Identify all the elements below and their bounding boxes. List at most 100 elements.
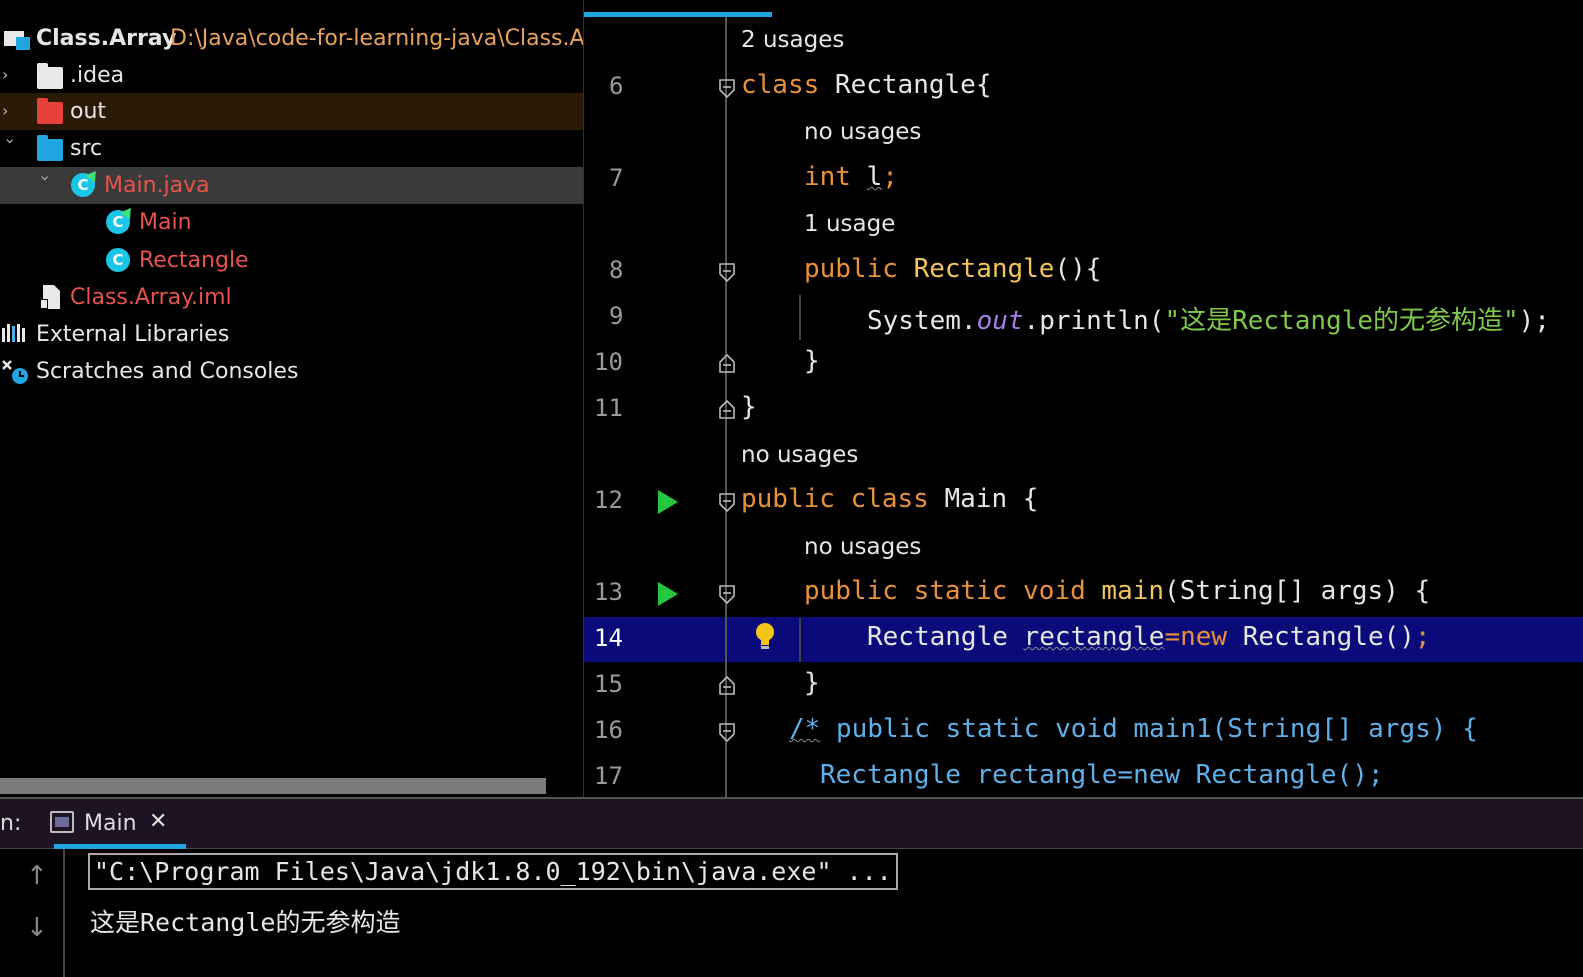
code-line-8[interactable]: public Rectangle(){ bbox=[804, 254, 1101, 284]
keyword: new bbox=[1180, 622, 1228, 652]
chevron-down-icon[interactable]: › bbox=[36, 175, 55, 191]
close-icon[interactable]: ✕ bbox=[149, 809, 167, 834]
method-name: main bbox=[1101, 576, 1165, 606]
semicolon: ; bbox=[1414, 622, 1431, 652]
line-number: 17 bbox=[594, 762, 623, 790]
arrow-up-icon[interactable]: ↑ bbox=[26, 861, 48, 891]
code-editor[interactable]: 6 7 8 9 10 11 12 13 14 15 16 17 2 usages… bbox=[583, 0, 1583, 797]
line-number: 8 bbox=[609, 256, 624, 284]
code-line-9[interactable]: System.out.println("这是Rectangle的无参构造"); bbox=[867, 300, 1550, 337]
tree-item-out[interactable]: › out bbox=[0, 93, 583, 130]
usages-hint[interactable]: 1 usage bbox=[804, 211, 895, 237]
code-line-11[interactable]: } bbox=[741, 392, 757, 422]
tree-item-external-libraries[interactable]: External Libraries bbox=[0, 316, 583, 353]
horizontal-scrollbar[interactable] bbox=[0, 778, 546, 794]
tree-item-iml[interactable]: Class.Array.iml bbox=[0, 279, 583, 316]
fold-open-icon[interactable] bbox=[717, 78, 737, 100]
code-text: Rectangle bbox=[867, 622, 1024, 652]
usages-hint[interactable]: no usages bbox=[804, 119, 921, 145]
tree-item-label: Main bbox=[139, 210, 192, 235]
chevron-right-icon[interactable]: › bbox=[2, 103, 18, 119]
folder-icon bbox=[37, 63, 63, 89]
fold-open-icon[interactable] bbox=[717, 492, 737, 514]
fold-close-icon[interactable] bbox=[717, 352, 737, 374]
code-text: Rectangle{ bbox=[819, 70, 992, 100]
run-tab-bar: n: Main ✕ bbox=[0, 799, 1583, 849]
code-line-15[interactable]: } bbox=[804, 668, 820, 698]
code-text: Rectangle() bbox=[1227, 622, 1415, 652]
chevron-down-icon[interactable]: › bbox=[1, 138, 20, 154]
folder-excluded-icon bbox=[37, 98, 63, 124]
scratches-icon bbox=[2, 359, 32, 385]
chevron-right-icon[interactable]: › bbox=[2, 67, 18, 83]
code-text: Main { bbox=[928, 484, 1039, 514]
java-class-icon: C bbox=[71, 167, 101, 197]
java-class-icon: C bbox=[106, 248, 130, 272]
operator: = bbox=[1164, 622, 1181, 652]
indent-guide bbox=[799, 295, 801, 340]
fold-open-icon[interactable] bbox=[717, 722, 737, 744]
tree-item-main-class[interactable]: C Main bbox=[0, 204, 583, 241]
run-side-toolbar: ↑ ↓ bbox=[10, 849, 65, 977]
tree-item-scratches[interactable]: Scratches and Consoles bbox=[0, 353, 583, 390]
keyword: public bbox=[804, 254, 898, 284]
tree-item-label: Main.java bbox=[104, 173, 210, 198]
tree-item-label: src bbox=[70, 136, 103, 161]
comment-open: /* bbox=[789, 714, 821, 744]
console-icon bbox=[50, 811, 74, 833]
variable-name: rectangle bbox=[1023, 622, 1165, 652]
code-line-10[interactable]: } bbox=[804, 346, 820, 376]
line-number: 12 bbox=[594, 486, 623, 514]
tree-item-label: .idea bbox=[70, 63, 125, 88]
line-number: 7 bbox=[609, 164, 624, 192]
line-number: 10 bbox=[594, 348, 623, 376]
active-tab-indicator[interactable] bbox=[584, 12, 772, 17]
usages-hint[interactable]: 2 usages bbox=[741, 27, 844, 53]
code-line-6[interactable]: class Rectangle{ bbox=[741, 70, 991, 100]
active-tab-indicator bbox=[54, 844, 186, 849]
field-name: l bbox=[866, 162, 883, 192]
static-field: out bbox=[976, 306, 1024, 336]
code-text: (String[] args) { bbox=[1164, 576, 1431, 606]
console-command-line[interactable]: "C:\Program Files\Java\jdk1.8.0_192\bin\… bbox=[88, 853, 898, 890]
code-line-7[interactable]: int l; bbox=[804, 162, 898, 192]
console-output-line: 这是Rectangle的无参构造 bbox=[90, 908, 401, 937]
root-name: Class.Array bbox=[36, 26, 177, 51]
run-class-icon[interactable] bbox=[658, 490, 678, 514]
keyword: public class bbox=[741, 484, 929, 514]
tree-item-src[interactable]: › src bbox=[0, 130, 583, 167]
lightbulb-icon[interactable] bbox=[754, 622, 776, 652]
usages-hint[interactable]: no usages bbox=[804, 534, 921, 560]
tree-item-label: Rectangle bbox=[139, 248, 249, 273]
fold-open-icon[interactable] bbox=[717, 262, 737, 284]
run-tab-main[interactable]: Main ✕ bbox=[50, 799, 186, 849]
keyword: public static void bbox=[804, 576, 1086, 606]
arrow-down-icon[interactable]: ↓ bbox=[26, 913, 48, 943]
usages-hint[interactable]: no usages bbox=[741, 442, 858, 468]
tree-item-idea[interactable]: › .idea bbox=[0, 57, 583, 94]
iml-file-icon bbox=[40, 285, 60, 309]
source-folder-icon bbox=[37, 135, 63, 161]
tree-item-rectangle-class[interactable]: C Rectangle bbox=[0, 242, 583, 279]
tree-item-main-java[interactable]: › C Main.java bbox=[0, 167, 583, 204]
project-tool-window: Class.Array D:\Java\code-for-learning-ja… bbox=[0, 0, 583, 797]
line-number: 13 bbox=[594, 578, 623, 606]
root-path: D:\Java\code-for-learning-java\Class.Ar bbox=[170, 26, 583, 51]
code-line-17[interactable]: Rectangle rectangle=new Rectangle(); bbox=[820, 760, 1384, 790]
code-line-14[interactable]: Rectangle rectangle=new Rectangle(); bbox=[867, 622, 1431, 652]
fold-close-icon[interactable] bbox=[717, 674, 737, 696]
fold-close-icon[interactable] bbox=[717, 398, 737, 420]
tree-item-label: External Libraries bbox=[36, 322, 230, 347]
code-text: System. bbox=[867, 306, 977, 336]
code-line-16[interactable]: /* public static void main1(String[] arg… bbox=[789, 714, 1478, 744]
string-literal: "这是Rectangle的无参构造" bbox=[1164, 306, 1519, 336]
tree-item-label: Class.Array.iml bbox=[70, 285, 232, 310]
code-text: (){ bbox=[1054, 254, 1102, 284]
fold-open-icon[interactable] bbox=[717, 584, 737, 606]
run-main-icon[interactable] bbox=[658, 582, 678, 606]
run-tab-label: Main bbox=[84, 811, 137, 836]
tree-root-class-array[interactable]: Class.Array D:\Java\code-for-learning-ja… bbox=[0, 20, 583, 57]
code-line-12[interactable]: public class Main { bbox=[741, 484, 1038, 514]
comment-text: public static void main1(String[] args) … bbox=[820, 714, 1478, 744]
code-line-13[interactable]: public static void main(String[] args) { bbox=[804, 576, 1430, 606]
